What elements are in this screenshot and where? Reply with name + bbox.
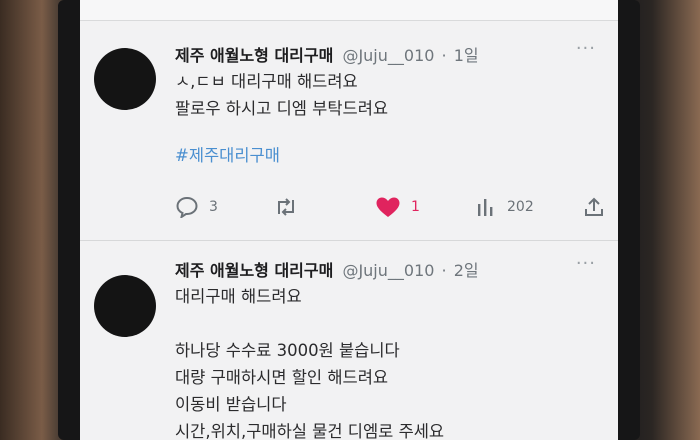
author-handle[interactable]: @Juju__010 [342,46,434,65]
separator: · [441,261,447,280]
like-count: 1 [411,199,420,215]
separator: · [441,46,447,65]
views-icon [478,199,493,216]
tweet-line: 하나당 수수료 3000원 붙습니다 [175,341,400,360]
tweet-time[interactable]: 1일 [454,46,479,65]
hashtag-link[interactable]: #제주대리구매 [175,142,388,169]
tweet-item[interactable]: 제주 애월노형 대리구매 @Juju__010 · 2일 ··· 대리구매 해드… [80,241,618,440]
retweet-button[interactable] [273,192,309,222]
tweet-line: 팔로우 하시고 디엠 부탁드려요 [175,99,389,118]
reply-count: 3 [209,199,218,215]
share-icon [585,197,603,216]
more-icon[interactable]: ··· [576,38,596,59]
tweet-text: ㅅ,ㄷㅂ 대리구매 해드려요 팔로우 하시고 디엠 부탁드려요 #제주대리구매 [175,68,388,169]
tweet-line: 대리구매 해드려요 [175,287,302,306]
like-button[interactable]: 1 [375,192,420,222]
tweet-header: 제주 애월노형 대리구매 @Juju__010 · 2일 [175,257,479,281]
tweet-time[interactable]: 2일 [454,261,479,280]
views-button[interactable]: 202 [475,192,534,222]
author-handle[interactable]: @Juju__010 [342,261,434,280]
tweet-line: 시간,위치,구매하실 물건 디엠로 주세요 [175,422,445,440]
avatar[interactable] [94,48,156,110]
reply-button[interactable]: 3 [175,192,218,222]
tweet-text: 대리구매 해드려요 하나당 수수료 3000원 붙습니다 대량 구매하시면 할인… [175,283,444,440]
share-button[interactable] [583,192,605,222]
timeline-screen: 제주 애월노형 대리구매 @Juju__010 · 1일 ··· ㅅ,ㄷㅂ 대리… [80,0,618,440]
author-name[interactable]: 제주 애월노형 대리구매 [175,46,333,65]
author-name[interactable]: 제주 애월노형 대리구매 [175,261,333,280]
tweet-line: ㅅ,ㄷㅂ 대리구매 해드려요 [175,72,358,91]
reply-icon [176,196,198,218]
avatar[interactable] [94,275,156,337]
tweet-line: 대량 구매하시면 할인 해드려요 [175,368,389,387]
tweet-actions: 3 1 202 [175,192,605,222]
tweet-item[interactable]: 제주 애월노형 대리구매 @Juju__010 · 1일 ··· ㅅ,ㄷㅂ 대리… [80,24,618,241]
tweet-header: 제주 애월노형 대리구매 @Juju__010 · 1일 [175,42,479,66]
previous-tweet-edge [80,0,618,21]
more-icon[interactable]: ··· [576,253,596,274]
retweet-icon [278,198,294,216]
heart-icon [376,197,400,217]
views-count: 202 [507,199,534,215]
tweet-line: 이동비 받습니다 [175,395,287,414]
